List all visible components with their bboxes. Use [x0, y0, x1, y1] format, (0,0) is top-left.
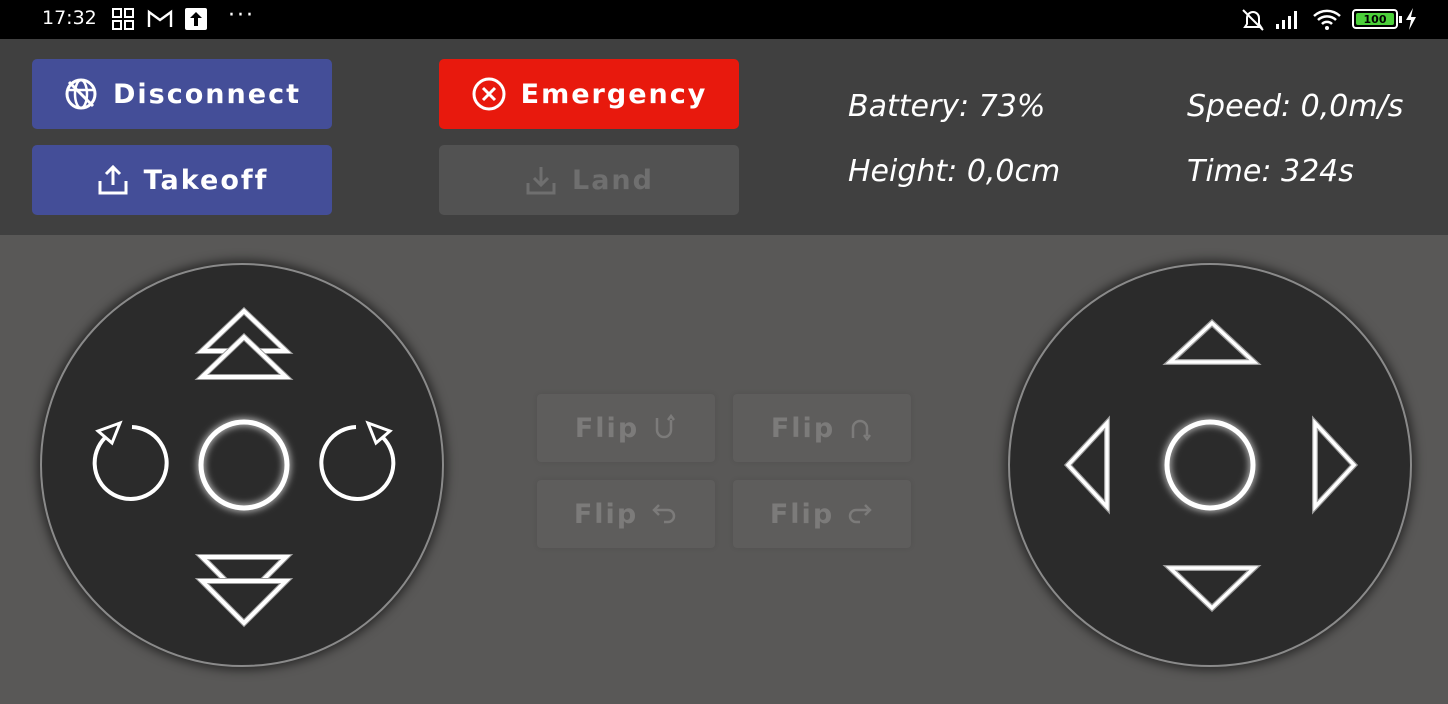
backward-arrow-icon[interactable]	[1162, 565, 1262, 613]
upload-icon	[98, 164, 128, 195]
wifi-icon	[1313, 9, 1341, 30]
disconnect-label: Disconnect	[113, 78, 301, 110]
signal-icon	[1276, 11, 1297, 29]
speed-readout: Speed: 0,0m/s	[1187, 89, 1404, 124]
control-panel: Disconnect Takeoff Emergency Land Batter…	[0, 39, 1448, 235]
flip-right-icon	[848, 504, 872, 524]
right-arrow-icon[interactable]	[1312, 415, 1359, 515]
battery-level: 100	[1363, 12, 1387, 26]
clock: 17:32	[42, 7, 97, 29]
flip-forward-icon	[655, 414, 676, 439]
status-bar: 17:32 ··· 100	[0, 0, 1448, 39]
grid-apps-icon	[112, 8, 134, 30]
disconnect-button[interactable]: Disconnect	[32, 59, 332, 129]
forward-arrow-icon[interactable]	[1162, 318, 1262, 365]
flip-left-button[interactable]: Flip	[537, 480, 715, 548]
land-label: Land	[572, 164, 654, 196]
alarm-off-icon	[1242, 9, 1264, 31]
close-circle-icon	[472, 77, 506, 111]
battery-readout: Battery: 73%	[848, 89, 1046, 124]
height-readout: Height: 0,0cm	[848, 154, 1061, 189]
joystick-knob[interactable]	[198, 419, 290, 511]
descend-arrow-icon[interactable]	[194, 554, 294, 628]
left-joystick[interactable]	[40, 263, 444, 667]
battery-icon: 100	[1352, 9, 1402, 29]
takeoff-button[interactable]: Takeoff	[32, 145, 332, 215]
flip-back-label: Flip	[770, 412, 836, 444]
rotate-left-icon[interactable]	[92, 420, 169, 501]
flip-forward-label: Flip	[574, 412, 640, 444]
left-arrow-icon[interactable]	[1063, 415, 1110, 515]
land-button[interactable]: Land	[439, 145, 739, 215]
upload-notification-icon	[185, 8, 207, 30]
gmail-icon	[147, 9, 173, 27]
joystick-knob[interactable]	[1164, 419, 1256, 511]
flip-left-icon	[652, 504, 676, 524]
charging-icon	[1406, 8, 1416, 30]
flip-back-icon	[851, 419, 872, 442]
emergency-button[interactable]: Emergency	[439, 59, 739, 129]
flip-left-label: Flip	[573, 498, 639, 530]
takeoff-label: Takeoff	[143, 164, 269, 196]
flip-right-button[interactable]: Flip	[733, 480, 911, 548]
right-joystick[interactable]	[1008, 263, 1412, 667]
wifi-off-icon	[65, 78, 97, 110]
time-readout: Time: 324s	[1187, 154, 1354, 189]
flip-right-label: Flip	[769, 498, 835, 530]
emergency-label: Emergency	[520, 78, 708, 110]
more-dots-icon: ···	[228, 3, 255, 28]
flip-forward-button[interactable]: Flip	[537, 394, 715, 462]
download-icon	[526, 167, 556, 195]
flip-back-button[interactable]: Flip	[733, 394, 911, 462]
ascend-arrow-icon[interactable]	[194, 306, 294, 380]
rotate-right-icon[interactable]	[319, 420, 396, 501]
